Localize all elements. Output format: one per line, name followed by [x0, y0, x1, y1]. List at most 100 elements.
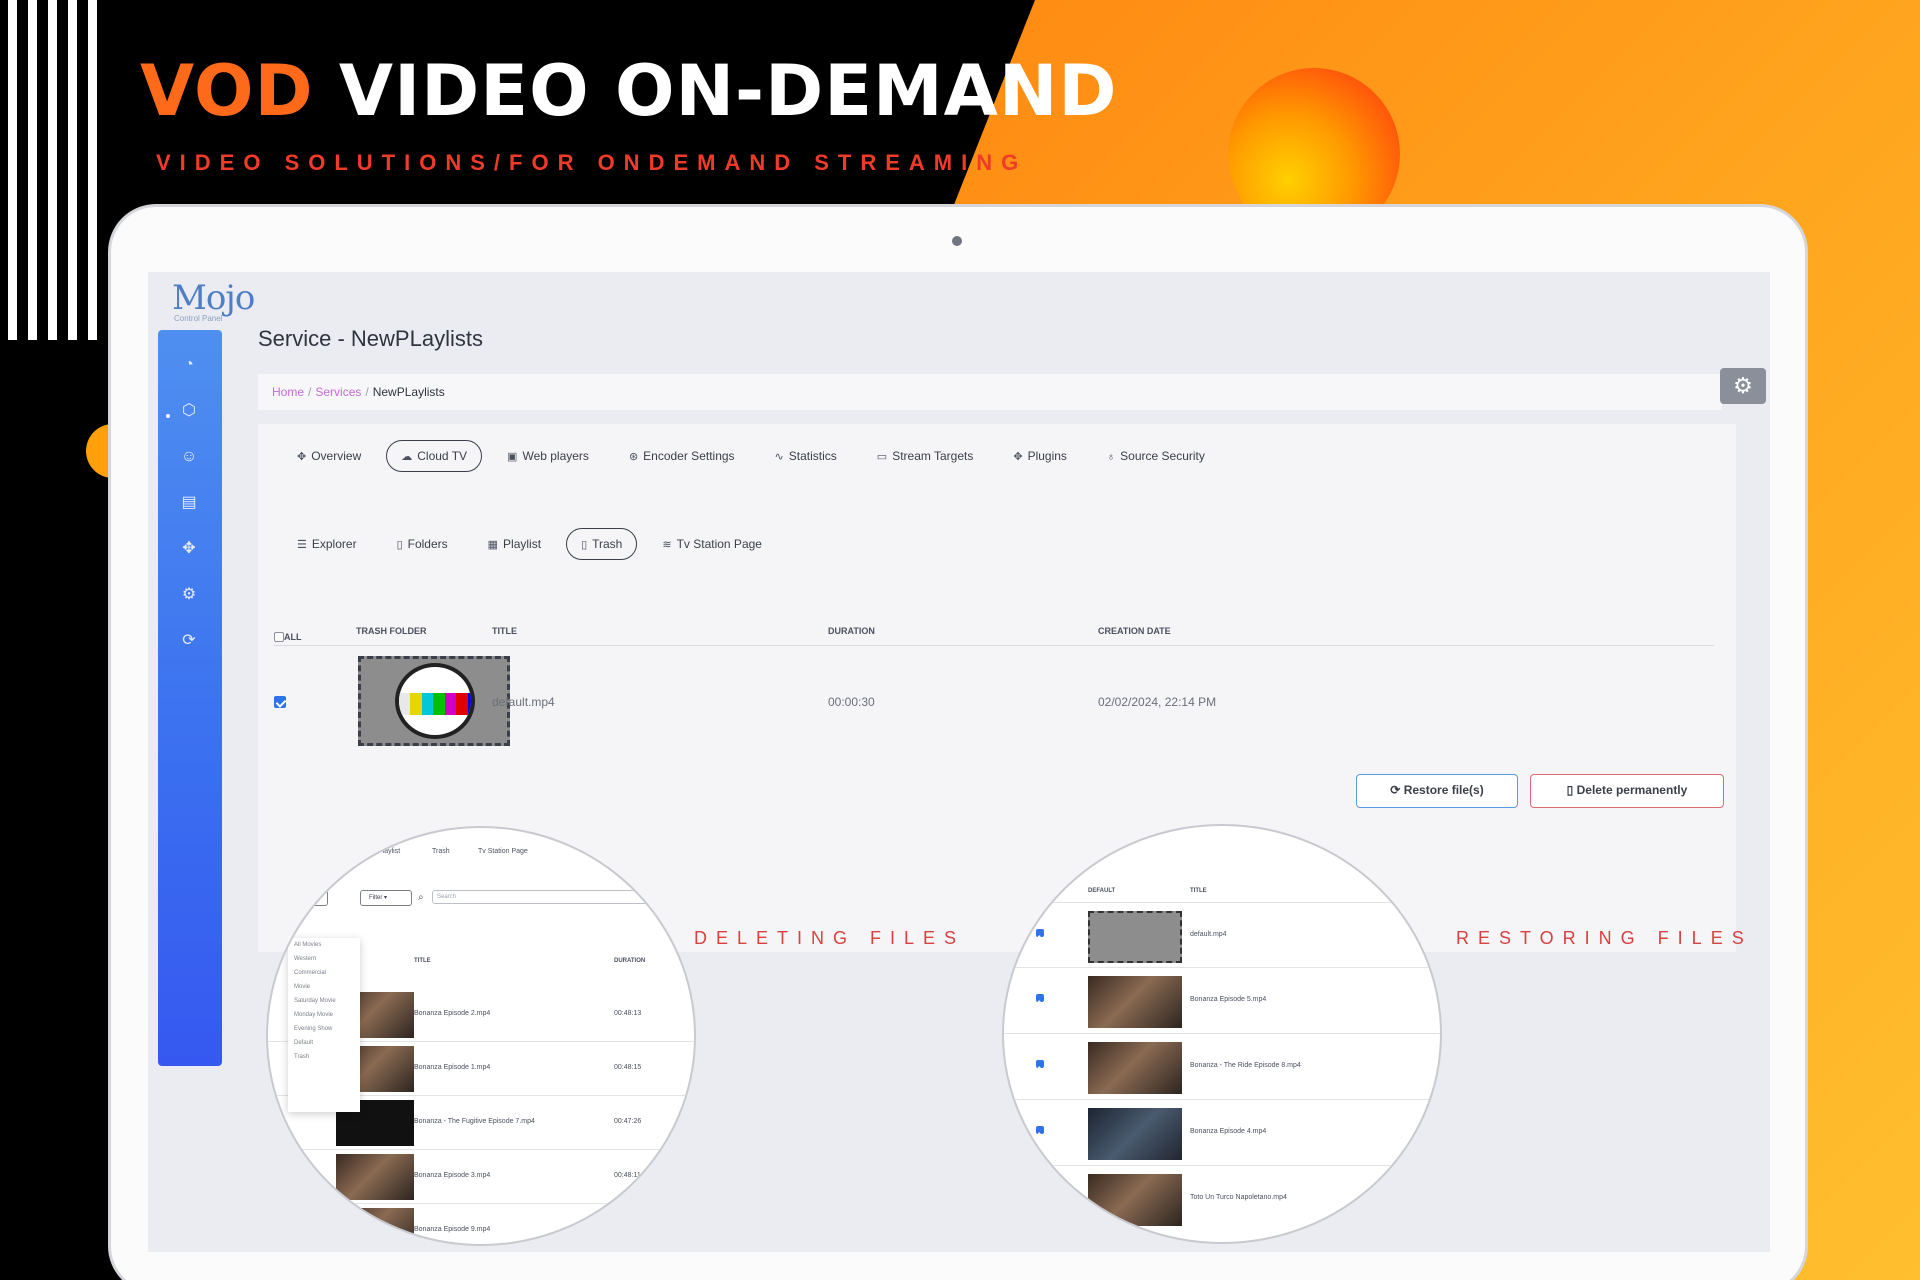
tab-playlist[interactable]: ▦ Playlist [473, 528, 556, 560]
row-title: default.mp4 [492, 695, 555, 709]
mini-row-checkbox [1036, 1060, 1044, 1068]
settings-button[interactable]: ⚙ [1720, 368, 1766, 404]
tab-label: Folders [407, 537, 448, 551]
tab-label: Cloud TV [417, 449, 468, 463]
mini-row-duration: 00:47:26 [614, 1118, 642, 1125]
mini-col-title: TITLE [414, 958, 431, 964]
caption-deleting: DELETING FILES [694, 928, 966, 948]
list-icon: ☰ [297, 539, 307, 551]
mini-tab-folders [328, 844, 366, 860]
mini-row: Bonanza - The Ride Episode 8.mp4 [1004, 1034, 1440, 1100]
page-title: Service - NewPLaylists [258, 326, 483, 351]
breadcrumb: Home / Services / NewPLaylists [272, 385, 445, 399]
mini-col-default: DEFAULT [1088, 888, 1116, 894]
puzzle-icon[interactable]: ✥ [178, 538, 200, 560]
mini-row-title: Bonanza Episode 4.mp4 [1190, 1128, 1267, 1135]
mini-row: Toto Un Turco Napoletano.mp4 [1004, 1166, 1440, 1232]
mini-row: Bonanza Episode 5.mp4 [1004, 968, 1440, 1034]
mini-row-title: default.mp4 [1190, 931, 1227, 938]
tab-tv-station-page[interactable]: ≋ Tv Station Page [647, 528, 777, 560]
wifi-icon: ≋ [662, 539, 672, 551]
restore-button[interactable]: ⟳ Restore file(s) [1356, 774, 1518, 808]
dropdown-option: Movie [294, 984, 311, 990]
cloud-icon: ☁ [401, 451, 413, 463]
mini-row-title: Bonanza Episode 9.mp4 [414, 1226, 491, 1233]
mini-row-title: Bonanza Episode 2.mp4 [414, 1010, 491, 1017]
dashboard-icon[interactable]: ◔ [178, 354, 200, 376]
restore-label: Restore file(s) [1403, 783, 1484, 797]
camera-icon [952, 236, 962, 246]
plugin-icon: ✥ [1013, 451, 1023, 463]
cube-icon[interactable]: ⬡ [178, 400, 200, 422]
tab-encoder-settings[interactable]: ⊛ Encoder Settings [614, 440, 750, 472]
tab-source-security[interactable]: ♁ Source Security [1092, 440, 1220, 472]
gear-icon: ⚙ [1733, 373, 1753, 398]
statistics-icon: ∿ [774, 451, 784, 463]
breadcrumb-home[interactable]: Home [272, 385, 304, 399]
tab-folders[interactable]: ▯ Folders [382, 528, 463, 560]
mini-filter-label: Filter [369, 895, 383, 901]
mini-row: Bonanza Episode 4.mp4 [1004, 1100, 1440, 1166]
mini-row-duration: 00:48:15 [614, 1064, 642, 1071]
select-all[interactable]: ALL [274, 626, 302, 642]
dropdown-option: All Movies [294, 942, 322, 948]
calendar-icon: ▦ [487, 539, 499, 551]
logo-text: Mojo [172, 278, 255, 318]
video-thumbnail [358, 656, 510, 746]
tab-trash[interactable]: ▯ Trash [566, 528, 638, 560]
mini-tab-playlist: Playlist [378, 848, 401, 855]
mini-thumbnail [1088, 911, 1182, 963]
mini-thumbnail [336, 1154, 414, 1200]
tab-label: Source Security [1120, 449, 1205, 463]
tab-overview[interactable]: ✥ Overview [282, 440, 376, 472]
tab-stream-targets[interactable]: ▭ Stream Targets [862, 440, 989, 472]
user-icon[interactable]: ☺ [178, 446, 200, 468]
logo[interactable]: Mojo Control Panel [172, 278, 255, 323]
refresh-icon: ⟳ [1390, 783, 1401, 797]
delete-permanently-button[interactable]: ▯ Delete permanently [1530, 774, 1724, 808]
select-all-checkbox[interactable] [274, 632, 284, 642]
breadcrumb-current: NewPLaylists [372, 385, 445, 399]
tab-label: Web players [522, 449, 589, 463]
row-duration: 00:00:30 [828, 695, 875, 709]
dropdown-option: Evening Show [294, 1026, 333, 1032]
settings-icon[interactable]: ⚙ [178, 584, 200, 606]
table-row[interactable]: default.mp4 00:00:30 02/02/2024, 22:14 P… [274, 646, 1714, 762]
table-header: ALL TRASH FOLDER TITLE DURATION CREATION… [274, 620, 1714, 646]
mini-row-checkbox [1036, 994, 1044, 1002]
zoom-restoring-files: DEFAULT TITLE default.mp4 Bonanza Episod… [1002, 824, 1442, 1244]
mini-col-duration: DURATION [614, 958, 646, 964]
tab-label: Tv Station Page [676, 537, 762, 551]
tab-statistics[interactable]: ∿ Statistics [760, 440, 852, 472]
row-checkbox[interactable] [274, 696, 286, 708]
mini-thumbnail [1088, 1174, 1182, 1226]
active-indicator [166, 414, 170, 418]
mini-row-duration: 00:48:11 [614, 1172, 641, 1179]
mini-row-title: Bonanza - The Fugitive Episode 7.mp4 [414, 1118, 535, 1125]
tab-explorer[interactable]: ☰ Explorer [282, 528, 372, 560]
mini-row-duration: 00:48:13 [614, 1010, 642, 1017]
dropdown-option: Western [294, 956, 317, 962]
tab-label: Trash [592, 537, 623, 551]
mini-filter-button: Filter ▾ [360, 890, 412, 906]
tab-label: Playlist [503, 537, 542, 551]
search-icon: ⌕ [418, 892, 424, 903]
tab-web-players[interactable]: ▣ Web players [492, 440, 604, 472]
delete-label: Delete permanently [1576, 783, 1688, 797]
mini-thumbnail [1088, 1108, 1182, 1160]
breadcrumb-separator: / [308, 385, 312, 399]
tab-label: Overview [311, 449, 362, 463]
clipboard-icon[interactable]: ▤ [178, 492, 200, 514]
breadcrumb-services[interactable]: Services [315, 385, 361, 399]
encoder-icon: ⊛ [628, 451, 639, 463]
tab-plugins[interactable]: ✥ Plugins [998, 440, 1082, 472]
mini-tab-trash: Trash [432, 848, 450, 855]
mini-row-title: Bonanza Episode 5.mp4 [1190, 996, 1267, 1003]
lock-icon: ♁ [1106, 451, 1116, 463]
caption-restoring: RESTORING FILES [1456, 928, 1753, 948]
trash-icon: ▯ [1566, 783, 1574, 797]
refresh-icon[interactable]: ⟳ [178, 630, 200, 652]
hero-subtitle: VIDEO SOLUTIONS/FOR ONDEMAND STREAMING [156, 150, 1028, 175]
tab-cloud-tv[interactable]: ☁ Cloud TV [386, 440, 483, 472]
col-duration: DURATION [828, 626, 875, 636]
